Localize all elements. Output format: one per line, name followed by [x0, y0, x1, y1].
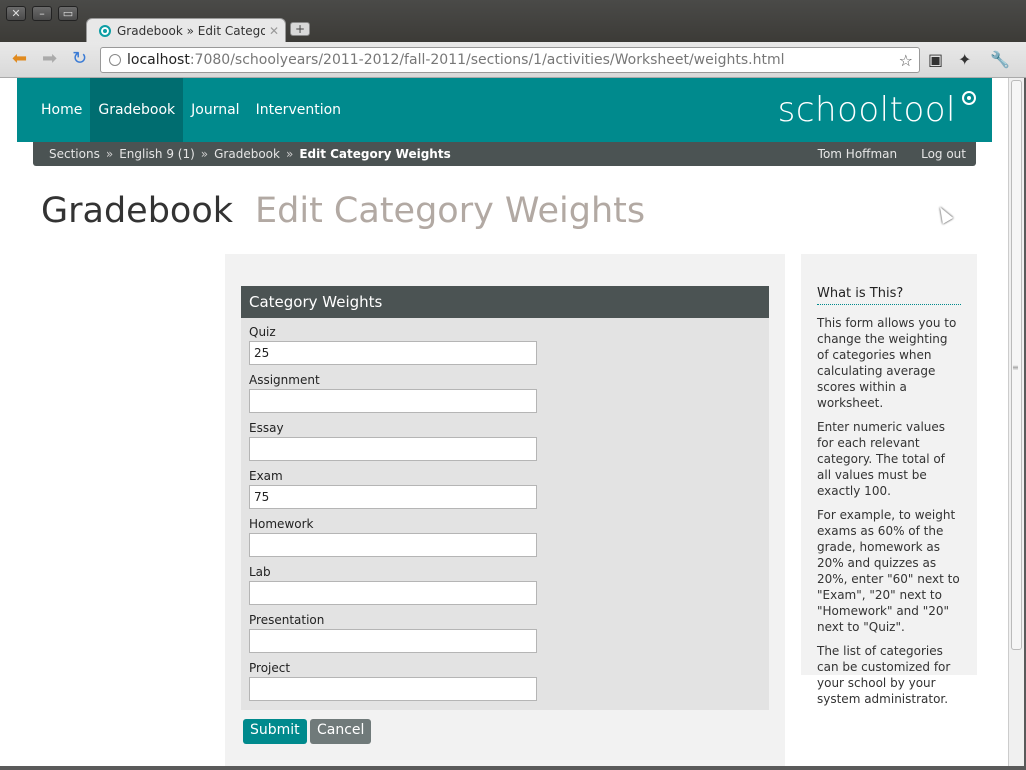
logo-ring-icon	[962, 91, 976, 105]
help-sidebar: What is This? This form allows you to ch…	[801, 254, 977, 706]
quiz-weight-input[interactable]: 25	[249, 341, 537, 365]
field-project: Project	[249, 661, 537, 701]
field-exam: Exam 75	[249, 469, 537, 509]
homework-weight-input[interactable]	[249, 533, 537, 557]
field-label: Presentation	[249, 613, 325, 627]
schooltool-logo[interactable]: schooltool	[778, 90, 956, 130]
field-label: Project	[249, 661, 291, 675]
help-paragraph: The list of categories can be customized…	[817, 644, 951, 706]
help-title: What is This?	[817, 286, 961, 305]
field-label: Assignment	[249, 373, 320, 387]
nav-gradebook[interactable]: Gradebook	[90, 78, 184, 142]
breadcrumb-separator: »	[200, 147, 209, 161]
wrench-menu-icon[interactable]: 🔧	[990, 50, 1010, 69]
exam-weight-input[interactable]: 75	[249, 485, 537, 509]
nav-home[interactable]: Home	[17, 78, 90, 142]
main-navbar: Home Gradebook Journal Intervention scho…	[17, 78, 992, 142]
page-title: Gradebook Edit Category Weights	[41, 191, 645, 231]
address-bar[interactable]: localhost :7080/schoolyears/2011-2012/fa…	[100, 47, 920, 73]
page-title-main: Gradebook	[41, 191, 234, 231]
window-minimize-icon[interactable]: –	[32, 6, 52, 21]
reload-icon[interactable]: ↻	[72, 50, 87, 68]
user-name-link[interactable]: Tom Hoffman	[818, 147, 897, 161]
nav-intervention[interactable]: Intervention	[248, 78, 349, 142]
mouse-cursor-icon	[934, 204, 954, 224]
breadcrumb-section[interactable]: English 9 (1)	[119, 147, 195, 161]
project-weight-input[interactable]	[249, 677, 537, 701]
field-label: Essay	[249, 421, 284, 435]
field-essay: Essay	[249, 421, 537, 461]
field-label: Quiz	[249, 325, 276, 339]
window-titlebar: ✕ – ▭ Gradebook » Edit Categor ✕ +	[0, 0, 1026, 42]
forward-arrow-icon[interactable]: ➡	[42, 50, 57, 68]
field-label: Homework	[249, 517, 314, 531]
field-quiz: Quiz 25	[249, 325, 537, 365]
fieldset-legend: Category Weights	[241, 286, 769, 318]
assignment-weight-input[interactable]	[249, 389, 537, 413]
field-label: Lab	[249, 565, 271, 579]
category-weights-fieldset: Category Weights Quiz 25 Assignment Essa…	[241, 286, 769, 710]
nav-journal[interactable]: Journal	[183, 78, 247, 142]
extension-pin-icon[interactable]: ✦	[958, 50, 971, 69]
help-paragraph: Enter numeric values for each relevant c…	[817, 420, 946, 498]
breadcrumb-separator: »	[105, 147, 114, 161]
breadcrumb-sections[interactable]: Sections	[49, 147, 100, 161]
tab-close-icon[interactable]: ✕	[269, 24, 279, 38]
essay-weight-input[interactable]	[249, 437, 537, 461]
page-info-icon[interactable]	[109, 54, 121, 66]
window-close-icon[interactable]: ✕	[6, 6, 26, 21]
page-action-icon[interactable]: ▣	[928, 50, 943, 69]
url-host: localhost	[127, 52, 190, 68]
tab-title: Gradebook » Edit Categor	[117, 23, 265, 38]
breadcrumb: Sections » English 9 (1) » Gradebook » E…	[33, 142, 976, 166]
field-assignment: Assignment	[249, 373, 537, 413]
window-maximize-icon[interactable]: ▭	[58, 6, 78, 21]
browser-toolbar: ⬅ ➡ ↻ localhost :7080/schoolyears/2011-2…	[0, 42, 1026, 78]
submit-button[interactable]: Submit	[243, 719, 307, 744]
field-label: Exam	[249, 469, 283, 483]
browser-tab[interactable]: Gradebook » Edit Categor ✕	[86, 18, 286, 42]
field-presentation: Presentation	[249, 613, 537, 653]
bookmark-star-icon[interactable]: ☆	[899, 51, 913, 70]
logout-link[interactable]: Log out	[921, 147, 966, 161]
breadcrumb-current: Edit Category Weights	[299, 147, 451, 161]
help-paragraph: For example, to weight exams as 60% of t…	[817, 508, 960, 634]
help-paragraph: This form allows you to change the weigh…	[817, 316, 957, 410]
scrollbar-grip-icon: ≡	[1012, 363, 1019, 372]
page-viewport: Home Gradebook Journal Intervention scho…	[0, 78, 1008, 766]
back-arrow-icon[interactable]: ⬅	[12, 50, 27, 68]
page-subtitle: Edit Category Weights	[255, 191, 646, 231]
presentation-weight-input[interactable]	[249, 629, 537, 653]
breadcrumb-separator: »	[285, 147, 294, 161]
field-lab: Lab	[249, 565, 537, 605]
lab-weight-input[interactable]	[249, 581, 537, 605]
content-panel: Category Weights Quiz 25 Assignment Essa…	[225, 254, 785, 766]
page-scrollbar[interactable]: ≡	[1008, 78, 1024, 766]
url-path: :7080/schoolyears/2011-2012/fall-2011/se…	[189, 52, 785, 68]
cancel-button[interactable]: Cancel	[310, 719, 372, 744]
breadcrumb-gradebook[interactable]: Gradebook	[214, 147, 280, 161]
new-tab-icon[interactable]: +	[290, 22, 310, 36]
schooltool-favicon-icon	[99, 24, 111, 37]
field-homework: Homework	[249, 517, 537, 557]
